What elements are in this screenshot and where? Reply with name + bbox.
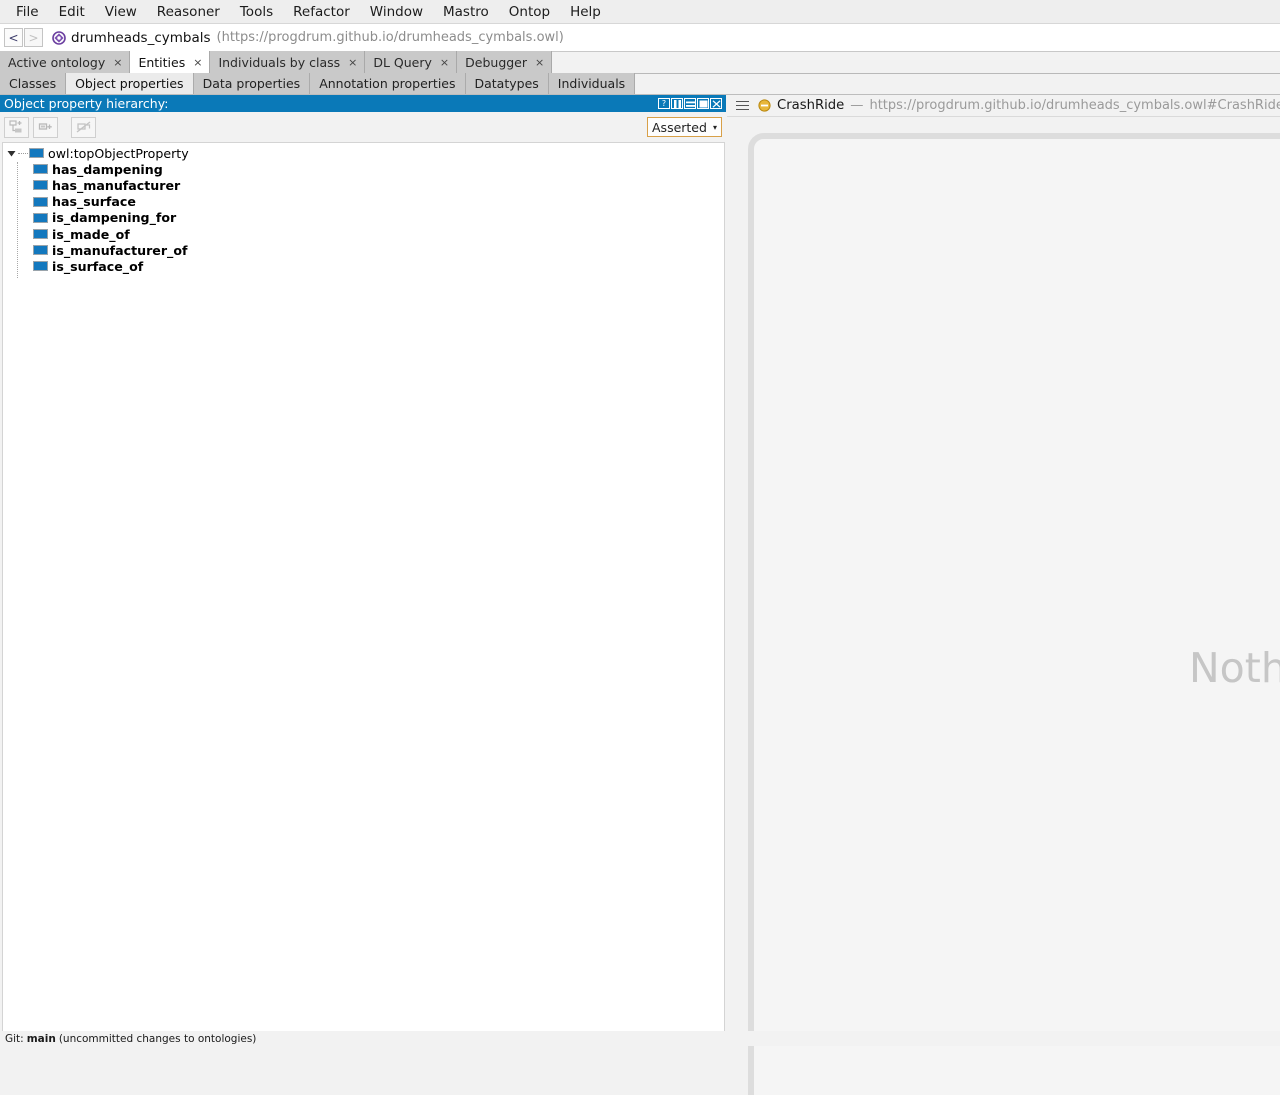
tree-item-label: is_dampening_for xyxy=(52,210,177,226)
menu-item-ontop[interactable]: Ontop xyxy=(499,2,560,22)
entity-tab-bar: Classes Object properties Data propertie… xyxy=(0,73,1280,95)
object-property-icon xyxy=(33,164,48,175)
object-property-icon xyxy=(33,180,48,191)
object-property-icon xyxy=(33,245,48,256)
svg-text:?: ? xyxy=(662,99,666,108)
close-icon[interactable]: × xyxy=(348,56,357,69)
tree-connector xyxy=(18,152,28,154)
tree-row[interactable]: owl:topObjectProperty xyxy=(3,145,724,161)
menu-item-file[interactable]: File xyxy=(6,2,49,22)
workspace-tab-bar: Active ontology × Entities × Individuals… xyxy=(0,51,1280,74)
hamburger-menu-icon[interactable] xyxy=(736,100,749,111)
tree-item-label: is_made_of xyxy=(52,226,130,242)
object-property-icon xyxy=(33,196,48,207)
tree-row[interactable]: is_surface_of xyxy=(3,258,724,274)
tree-item-label: has_surface xyxy=(52,194,136,210)
tab-label: Debugger xyxy=(465,54,528,70)
close-icon[interactable]: × xyxy=(535,56,544,69)
entity-detail-panel: CrashRide — https://progdrum.github.io/d… xyxy=(727,95,1280,1095)
object-property-icon xyxy=(33,261,48,272)
tree-item-label: is_manufacturer_of xyxy=(52,242,188,258)
tree-row[interactable]: is_dampening_for xyxy=(3,210,724,226)
tab-label: Active ontology xyxy=(8,54,106,70)
entity-name: CrashRide xyxy=(777,98,845,113)
entity-header: CrashRide — https://progdrum.github.io/d… xyxy=(727,95,1280,117)
menu-bar: File Edit View Reasoner Tools Refactor W… xyxy=(0,0,1280,24)
ontology-diamond-icon xyxy=(52,30,66,45)
tab-data-properties[interactable]: Data properties xyxy=(193,73,311,94)
tab-label: Individuals by class xyxy=(218,54,341,70)
menu-item-tools[interactable]: Tools xyxy=(230,2,283,22)
tree-item-label: is_surface_of xyxy=(52,258,144,274)
panel-title-bar: Object property hierarchy: ? xyxy=(0,95,726,112)
object-property-icon xyxy=(33,229,48,240)
chevron-down-icon[interactable] xyxy=(6,148,17,159)
menu-item-view[interactable]: View xyxy=(95,2,147,22)
close-icon[interactable]: × xyxy=(193,56,202,69)
git-branch: main xyxy=(26,1032,56,1045)
add-sibling-property-button[interactable] xyxy=(33,116,58,138)
object-property-icon xyxy=(29,148,44,159)
menu-item-refactor[interactable]: Refactor xyxy=(283,2,360,22)
tab-object-properties[interactable]: Object properties xyxy=(66,73,194,94)
tab-individuals[interactable]: Individuals xyxy=(548,73,636,94)
forward-button[interactable]: > xyxy=(24,28,43,47)
ontology-location-bar: < > drumheads_cymbals (https://progdrum.… xyxy=(0,24,1280,52)
git-status: (uncommitted changes to ontologies) xyxy=(58,1032,257,1045)
entity-content-card: Nothing selected xyxy=(748,133,1280,1095)
tab-entities[interactable]: Entities × xyxy=(130,51,211,73)
close-icon[interactable]: × xyxy=(440,56,449,69)
tab-datatypes[interactable]: Datatypes xyxy=(465,73,549,94)
object-property-tree[interactable]: owl:topObjectProperty has_dampening has_… xyxy=(2,142,725,1035)
hierarchy-toolbar: Asserted ▾ xyxy=(0,112,726,142)
panel-window-controls: ? xyxy=(658,98,726,109)
tree-guide-line xyxy=(17,162,18,278)
help-icon[interactable]: ? xyxy=(658,98,670,109)
status-bar: Git: main (uncommitted changes to ontolo… xyxy=(0,1031,1280,1046)
tree-row[interactable]: has_dampening xyxy=(3,161,724,177)
object-property-icon xyxy=(33,212,48,223)
reasoner-mode-value: Asserted xyxy=(652,119,707,135)
tree-row[interactable]: is_made_of xyxy=(3,226,724,242)
menu-item-mastro[interactable]: Mastro xyxy=(433,2,499,22)
panel-title: Object property hierarchy: xyxy=(4,96,169,111)
tree-row[interactable]: has_surface xyxy=(3,194,724,210)
menu-item-reasoner[interactable]: Reasoner xyxy=(147,2,230,22)
entity-separator: — xyxy=(850,98,864,113)
tab-dl-query[interactable]: DL Query × xyxy=(365,51,458,73)
tab-label: DL Query xyxy=(373,54,432,70)
object-property-hierarchy-panel: Object property hierarchy: ? Asserted ▾ … xyxy=(0,95,726,1040)
tree-item-label: owl:topObjectProperty xyxy=(48,145,189,161)
close-icon[interactable]: × xyxy=(113,56,122,69)
tab-active-ontology[interactable]: Active ontology × xyxy=(0,51,131,73)
tree-item-label: has_dampening xyxy=(52,161,163,177)
tree-row[interactable]: has_manufacturer xyxy=(3,177,724,193)
ontology-uri: (https://progdrum.github.io/drumheads_cy… xyxy=(216,30,564,45)
reasoner-mode-select[interactable]: Asserted ▾ xyxy=(647,117,722,137)
individual-icon xyxy=(758,99,771,112)
maximize-icon[interactable] xyxy=(697,98,709,109)
tree-row[interactable]: is_manufacturer_of xyxy=(3,242,724,258)
add-subproperty-button[interactable] xyxy=(4,116,29,138)
tab-annotation-properties[interactable]: Annotation properties xyxy=(310,73,466,94)
tab-debugger[interactable]: Debugger × xyxy=(457,51,553,73)
menu-item-window[interactable]: Window xyxy=(360,2,433,22)
tab-individuals-by-class[interactable]: Individuals by class × xyxy=(210,51,366,73)
close-icon[interactable] xyxy=(710,98,722,109)
placeholder-message: Nothing selected xyxy=(1189,644,1280,692)
tree-item-label: has_manufacturer xyxy=(52,177,181,193)
entity-uri: https://progdrum.github.io/drumheads_cym… xyxy=(869,98,1280,113)
tab-classes[interactable]: Classes xyxy=(0,73,67,94)
delete-property-button[interactable] xyxy=(71,116,96,138)
minimize-icon[interactable] xyxy=(684,98,696,109)
tab-label: Entities xyxy=(138,54,186,70)
split-icon[interactable] xyxy=(671,98,683,109)
main-workspace: Object property hierarchy: ? Asserted ▾ … xyxy=(0,95,1280,1095)
back-button[interactable]: < xyxy=(4,28,23,47)
chevron-down-icon: ▾ xyxy=(712,122,717,132)
ontology-name: drumheads_cymbals xyxy=(71,29,211,46)
menu-item-edit[interactable]: Edit xyxy=(49,2,95,22)
menu-item-help[interactable]: Help xyxy=(560,2,611,22)
git-label: Git: xyxy=(5,1032,24,1045)
